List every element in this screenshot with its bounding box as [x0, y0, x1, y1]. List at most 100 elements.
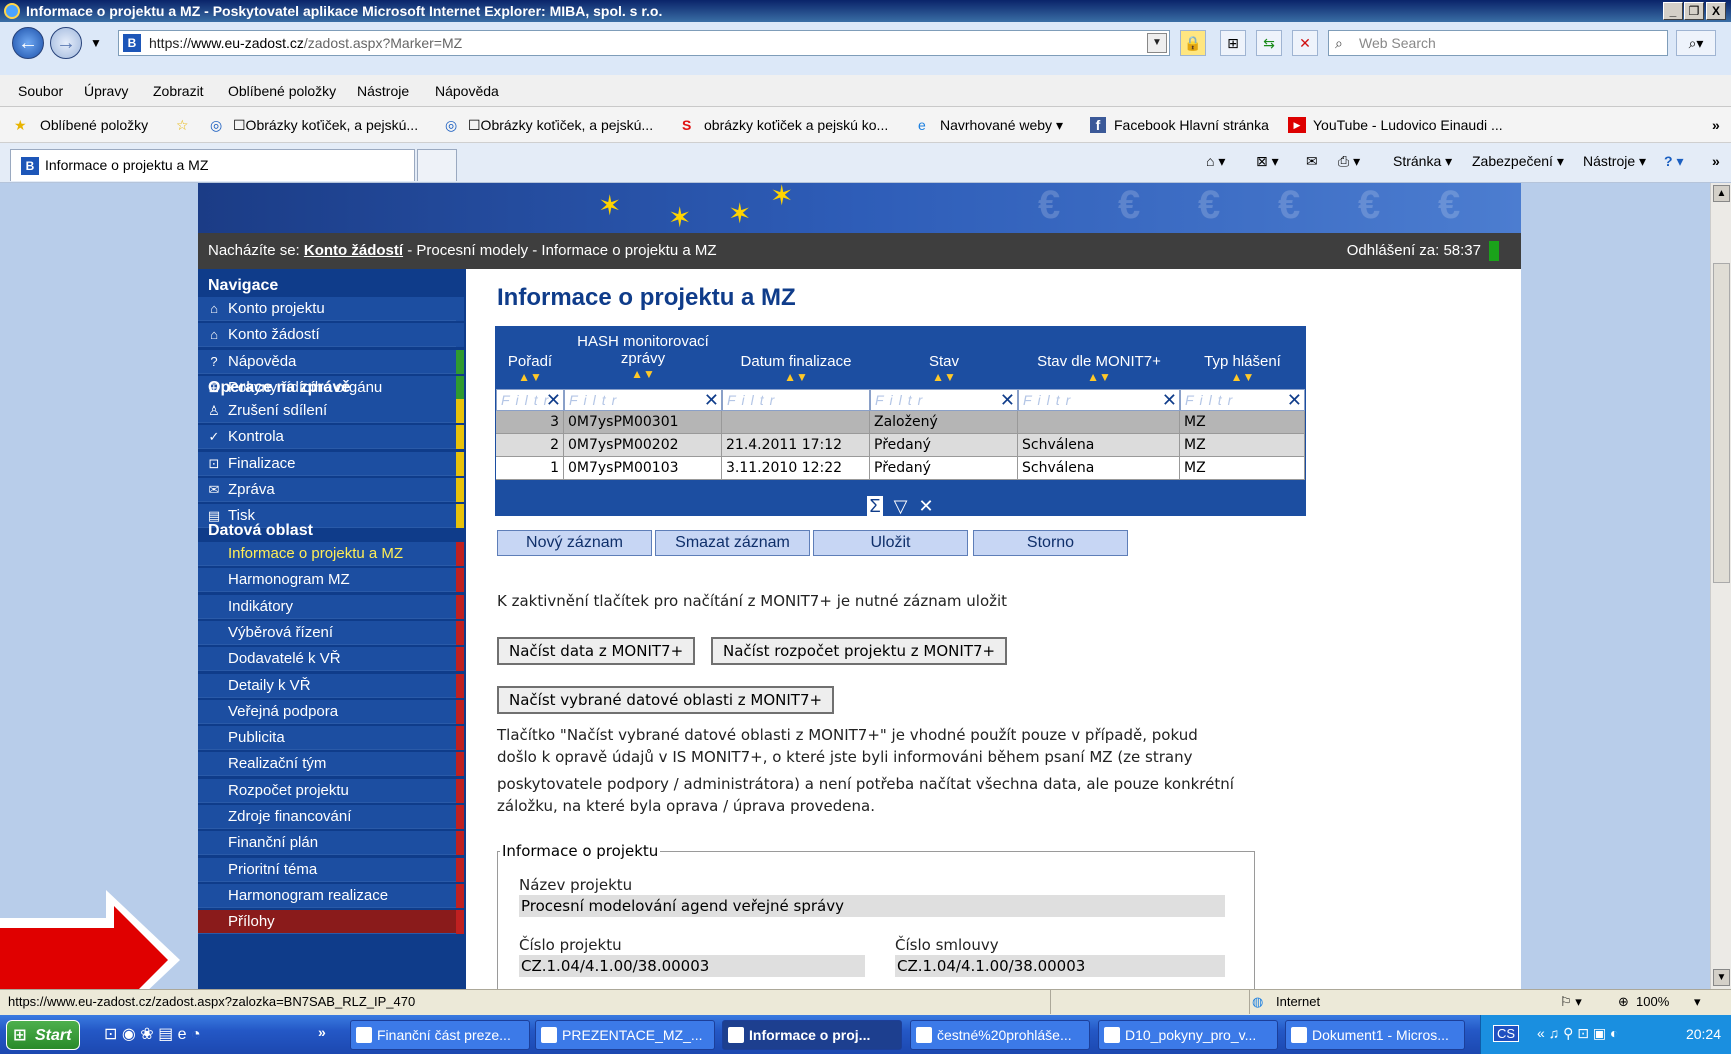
menu-nastroje[interactable]: Nástroje [357, 83, 409, 99]
favorite-item-4[interactable]: Navrhované weby ▾ [940, 117, 1063, 134]
col-header-datum[interactable]: Datum finalizace ▲▼ [722, 327, 870, 389]
filter-input-typ[interactable]: Filtr ✕ [1180, 389, 1305, 411]
filter-icon[interactable]: ▽ [894, 496, 908, 516]
favorite-item-6[interactable]: YouTube - Ludovico Einaudi ... [1313, 117, 1503, 133]
scroll-down-icon[interactable]: ▼ [1713, 969, 1730, 986]
sidebar-item[interactable]: Indikátory [198, 594, 464, 619]
sidebar-item[interactable]: Detaily k VŘ [198, 673, 464, 698]
sum-icon[interactable]: Σ [867, 496, 883, 516]
scroll-up-icon[interactable]: ▲ [1713, 185, 1730, 202]
maximize-button[interactable]: ❐ [1684, 2, 1704, 20]
table-row[interactable]: 2 0M7ysPM00202 21.4.2011 17:12 Předaný Schvá… [496, 434, 1305, 457]
menu-zobrazit[interactable]: Zobrazit [153, 83, 204, 99]
minimize-button[interactable]: _ [1663, 2, 1683, 20]
load-budget-button[interactable]: Načíst rozpočet projektu z MONIT7+ [711, 637, 1008, 665]
taskbar-button[interactable]: čestné%20prohláše... [910, 1020, 1090, 1050]
table-row[interactable]: 1 0M7ysPM00103 3.11.2010 12:22 Předaný Schvá… [496, 457, 1305, 480]
taskbar-button[interactable]: Finanční část preze... [350, 1020, 530, 1050]
close-button[interactable]: X [1706, 2, 1726, 20]
favorites-button[interactable]: Oblíbené položky [40, 117, 148, 133]
sidebar-item[interactable]: Veřejná podpora [198, 699, 464, 724]
favorite-item-5[interactable]: Facebook Hlavní stránka [1114, 117, 1269, 133]
page-menu[interactable]: Stránka ▾ [1393, 153, 1452, 170]
col-header-poradi[interactable]: Pořadí ▲▼ [496, 327, 564, 389]
add-favorite-icon[interactable]: ☆ [176, 117, 189, 134]
tools-menu[interactable]: Nástroje ▾ [1583, 153, 1646, 170]
new-tab-button[interactable] [417, 149, 457, 181]
sidebar-item[interactable]: Harmonogram MZ [198, 568, 464, 593]
vertical-scrollbar[interactable]: ▲ ▼ [1710, 183, 1731, 989]
sidebar-item[interactable]: ⌂ Konto projektu [198, 297, 464, 321]
delete-record-button[interactable]: Smazat záznam [655, 530, 810, 556]
home-icon[interactable]: ⌂ ▾ [1206, 153, 1225, 170]
filter-input-stav-monit[interactable]: Filtr ✕ [1018, 389, 1180, 411]
sidebar-item[interactable]: ⌂ Konto žádostí [198, 323, 464, 348]
clear-filter-icon[interactable]: ✕ [1000, 390, 1015, 410]
feeds-icon[interactable]: ⊠ ▾ [1256, 153, 1279, 170]
col-header-typ[interactable]: Typ hlášení ▲▼ [1180, 327, 1305, 389]
col-header-stav-monit[interactable]: Stav dle MONIT7+ ▲▼ [1018, 327, 1180, 389]
sidebar-item[interactable]: Finanční plán [198, 831, 464, 856]
clear-filter-icon[interactable]: ✕ [1162, 390, 1177, 410]
sidebar-item[interactable]: Publicita [198, 726, 464, 751]
favorite-item-2[interactable]: ☐Obrázky koťiček, a pejskú... [468, 117, 653, 134]
web-search-input[interactable]: ⌕ Web Search [1328, 30, 1668, 56]
language-indicator[interactable]: CS [1493, 1025, 1520, 1042]
taskbar-button[interactable]: D10_pokyny_pro_v... [1098, 1020, 1278, 1050]
menu-soubor[interactable]: Soubor [18, 83, 63, 99]
search-go-icon[interactable]: ⌕▾ [1676, 30, 1716, 56]
stop-icon[interactable]: ✕ [1292, 30, 1318, 56]
menu-upravy[interactable]: Úpravy [84, 83, 128, 99]
cancel-button[interactable]: Storno [973, 530, 1128, 556]
zoom-icon[interactable]: ⊕ [1618, 990, 1629, 1014]
chevron-more-icon[interactable]: » [1712, 117, 1720, 133]
sidebar-item[interactable]: Informace o projektu a MZ [198, 542, 464, 566]
filter-input-datum[interactable]: Filtr [722, 389, 870, 411]
back-button[interactable]: ← [12, 27, 44, 59]
filter-input-poradi[interactable]: Filtr ✕ [496, 389, 564, 411]
col-header-hash[interactable]: HASH monitorovací zprávy ▲▼ [564, 327, 722, 389]
quicklaunch-icons[interactable]: ⊡ ◉ ❀ ▤ e ◔ [104, 1024, 201, 1044]
sidebar-item[interactable]: ✓ Kontrola [198, 425, 464, 450]
forward-button[interactable]: → [50, 27, 82, 59]
zoom-level[interactable]: 100% [1636, 990, 1669, 1014]
tab-informace[interactable]: B Informace o projektu a MZ [10, 149, 415, 181]
sidebar-item[interactable]: Realizační tým [198, 752, 464, 777]
print-icon[interactable]: ⎙ ▾ [1338, 153, 1360, 170]
clear-filter-icon[interactable]: ✕ [546, 390, 561, 410]
taskbar-button[interactable]: PREZENTACE_MZ_... [535, 1020, 715, 1050]
table-row[interactable]: 3 0M7ysPM00301 Založený MZ [496, 411, 1305, 434]
address-dropdown-icon[interactable]: ▼ [1147, 33, 1167, 53]
clear-icon[interactable]: ✕ [918, 496, 933, 516]
sidebar-item[interactable]: Harmonogram realizace [198, 883, 464, 908]
favorite-item-3[interactable]: obrázky koťiček a pejskú ko... [704, 117, 888, 133]
filter-input-hash[interactable]: Filtr ✕ [564, 389, 722, 411]
clear-filter-icon[interactable]: ✕ [704, 390, 719, 410]
new-record-button[interactable]: Nový záznam [497, 530, 652, 556]
sidebar-item[interactable]: Rozpočet projektu [198, 778, 464, 803]
compat-view-icon[interactable]: ⊞ [1220, 30, 1246, 56]
sidebar-item[interactable]: ⊡ Finalizace [198, 451, 464, 476]
favorite-item-1[interactable]: ☐Obrázky koťiček, a pejskú... [233, 117, 418, 134]
quicklaunch-more-icon[interactable]: » [318, 1024, 326, 1040]
tray-icons[interactable]: « ♫ ⚲ ⊡ ▣ ◐ [1537, 1025, 1618, 1042]
menu-oblibene[interactable]: Oblíbené položky [228, 83, 336, 99]
help-icon[interactable]: ? ▾ [1664, 153, 1683, 170]
chevron-more-icon[interactable]: » [1712, 153, 1720, 169]
start-button[interactable]: ⊞ Start [6, 1020, 80, 1050]
sidebar-item[interactable]: ♙ Zrušení sdílení [198, 399, 464, 423]
address-field[interactable]: B https://www.eu-zadost.cz/zadost.aspx?M… [118, 30, 1170, 56]
sidebar-item[interactable]: Zdroje financování [198, 805, 464, 829]
scroll-thumb[interactable] [1713, 263, 1730, 583]
refresh-icon[interactable]: ⇆ [1256, 30, 1282, 56]
breadcrumb-link-konto[interactable]: Konto žádostí [304, 242, 403, 259]
filter-input-stav[interactable]: Filtr ✕ [870, 389, 1018, 411]
protected-mode-icon[interactable]: ⚐ ▾ [1560, 990, 1582, 1014]
security-menu[interactable]: Zabezpečení ▾ [1472, 153, 1564, 170]
clear-filter-icon[interactable]: ✕ [1287, 390, 1302, 410]
save-button[interactable]: Uložit [813, 530, 968, 556]
sidebar-item[interactable]: Prioritní téma [198, 857, 464, 882]
history-dropdown-icon[interactable]: ▼ [90, 36, 102, 50]
mail-icon[interactable]: ✉ [1306, 153, 1318, 170]
menu-napoveda[interactable]: Nápověda [435, 83, 499, 99]
